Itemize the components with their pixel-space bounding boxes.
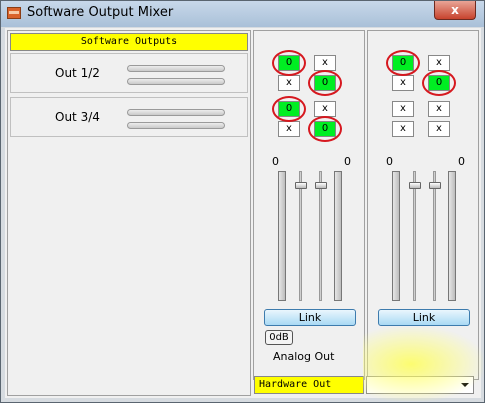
app-icon xyxy=(7,7,21,19)
level-bar-left xyxy=(127,109,225,116)
route-cell[interactable]: x xyxy=(392,101,414,117)
level-meter-left xyxy=(278,171,286,301)
chevron-down-icon xyxy=(461,383,469,387)
route-cell[interactable]: x xyxy=(392,121,414,137)
left-volume-value: 0 xyxy=(386,155,393,168)
mixer-channel-1: 0 x x 0 0 x x 0 0 0 Link xyxy=(253,30,365,380)
analog-out-label: Analog Out xyxy=(273,350,335,363)
hardware-outputs-header: Hardware Out xyxy=(254,376,364,394)
close-button[interactable]: x xyxy=(434,1,476,20)
fader-track-right[interactable] xyxy=(433,171,436,301)
highlight-ring xyxy=(386,50,420,76)
highlight-ring xyxy=(272,50,306,76)
level-meter-right xyxy=(334,171,342,301)
fader-track-left[interactable] xyxy=(299,171,302,301)
highlight-ring xyxy=(308,70,342,96)
link-button[interactable]: Link xyxy=(378,309,470,326)
route-cell[interactable]: x xyxy=(278,75,300,91)
route-cell[interactable]: x xyxy=(428,121,450,137)
fader-thumb-left[interactable] xyxy=(409,182,421,189)
route-cell[interactable]: x xyxy=(428,55,450,71)
fader-thumb-right[interactable] xyxy=(429,182,441,189)
fader-track-left[interactable] xyxy=(413,171,416,301)
route-cell[interactable]: x xyxy=(428,101,450,117)
output-row-out-3-4[interactable]: Out 3/4 xyxy=(10,97,248,137)
level-meter-left xyxy=(392,171,400,301)
link-button[interactable]: Link xyxy=(264,309,356,326)
fader-track-right[interactable] xyxy=(319,171,322,301)
highlight-ring xyxy=(422,70,456,96)
level-bar-left xyxy=(127,65,225,72)
title-bar[interactable]: Software Output Mixer x xyxy=(1,1,484,27)
software-outputs-panel: Software Outputs Out 1/2 Out 3/4 xyxy=(7,30,251,396)
level-bar-right xyxy=(127,122,225,129)
output-label: Out 1/2 xyxy=(55,66,100,80)
level-meter-right xyxy=(448,171,456,301)
left-volume-value: 0 xyxy=(272,155,279,168)
output-label: Out 3/4 xyxy=(55,110,100,124)
mixer-channel-2: 0 x x 0 x x x x 0 0 Link xyxy=(367,30,479,380)
fader-thumb-left[interactable] xyxy=(295,182,307,189)
highlight-ring xyxy=(272,96,306,122)
level-bar-right xyxy=(127,78,225,85)
route-cell[interactable]: x xyxy=(392,75,414,91)
output-row-out-1-2[interactable]: Out 1/2 xyxy=(10,53,248,93)
route-cell[interactable]: x xyxy=(278,121,300,137)
route-cell[interactable]: x xyxy=(314,55,336,71)
fader-thumb-right[interactable] xyxy=(315,182,327,189)
route-cell[interactable]: x xyxy=(314,101,336,117)
hardware-output-select[interactable] xyxy=(366,376,474,394)
zero-db-button[interactable]: 0dB xyxy=(265,330,293,345)
right-volume-value: 0 xyxy=(458,155,465,168)
right-volume-value: 0 xyxy=(344,155,351,168)
client-area: Software Outputs Out 1/2 Out 3/4 0 x x 0… xyxy=(5,28,481,398)
window-title: Software Output Mixer xyxy=(27,5,174,20)
software-output-mixer-window: Software Output Mixer x Software Outputs… xyxy=(0,0,485,403)
highlight-ring xyxy=(308,116,342,142)
software-outputs-header: Software Outputs xyxy=(10,33,248,51)
